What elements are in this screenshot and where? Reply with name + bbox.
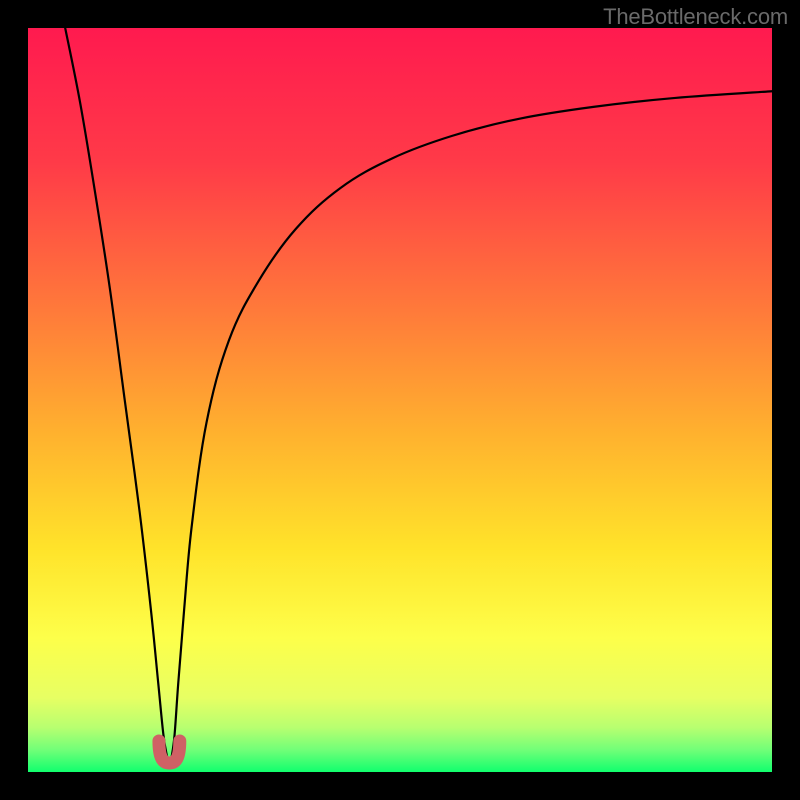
chart-plot-area: [28, 28, 772, 772]
bottleneck-chart: [28, 28, 772, 772]
chart-background: [28, 28, 772, 772]
watermark-text: TheBottleneck.com: [603, 4, 788, 30]
